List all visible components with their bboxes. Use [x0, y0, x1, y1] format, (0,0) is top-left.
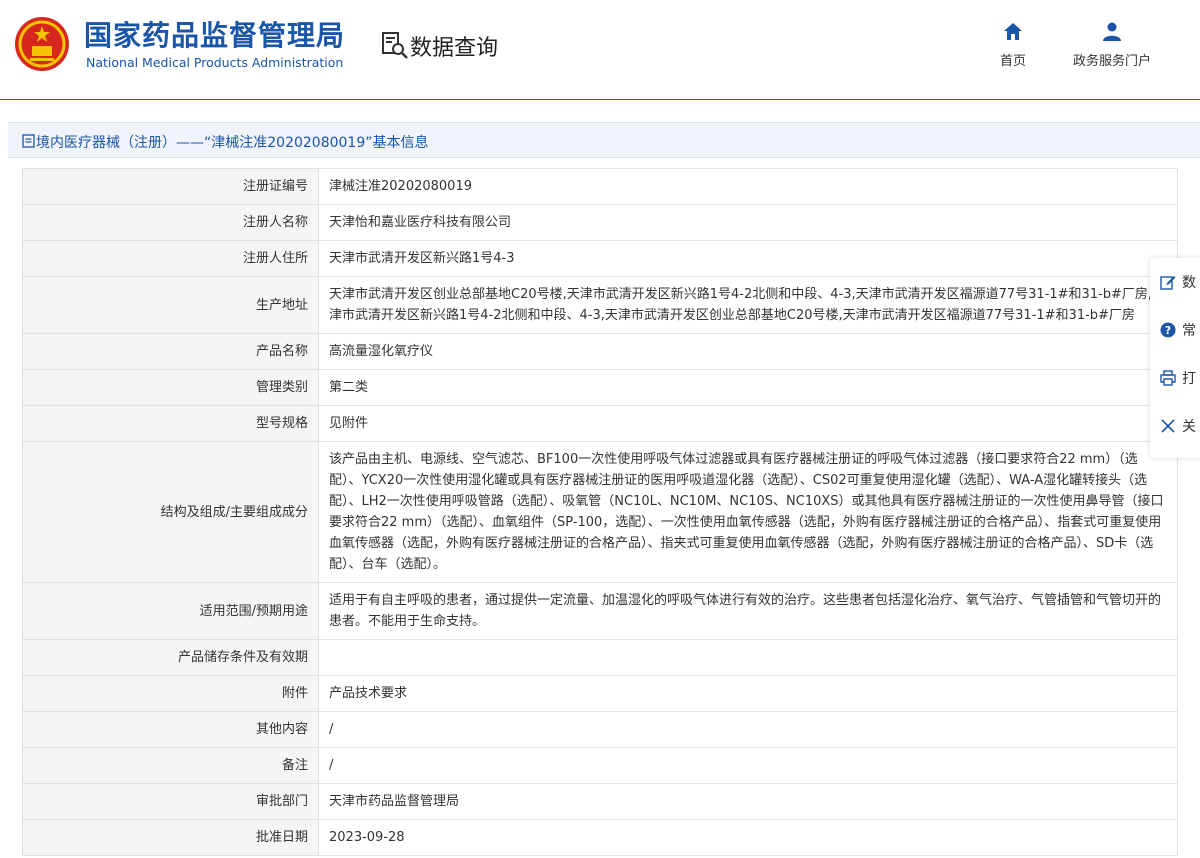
- table-row: 批准日期 2023-09-28: [22, 819, 1178, 856]
- org-name-en: National Medical Products Administration: [86, 55, 344, 70]
- table-row: 生产地址 天津市武清开发区创业总部基地C20号楼,天津市武清开发区新兴路1号4-2…: [22, 276, 1178, 334]
- field-label: 结构及组成/主要组成成分: [22, 441, 319, 583]
- field-value: 津械注准20202080019: [318, 168, 1178, 205]
- field-label: 产品名称: [22, 333, 319, 370]
- field-value: 该产品由主机、电源线、空气滤芯、BF100一次性使用呼吸气体过滤器或具有医疗器械…: [318, 441, 1178, 583]
- edit-icon: [1160, 276, 1176, 290]
- help-icon: ?: [1160, 322, 1176, 338]
- field-label: 审批部门: [22, 783, 319, 820]
- float-close-button[interactable]: 关: [1160, 416, 1196, 436]
- table-row: 注册证编号 津械注准20202080019: [22, 168, 1178, 205]
- float-label: 关: [1182, 419, 1196, 435]
- table-row: 注册人名称 天津怡和嘉业医疗科技有限公司: [22, 204, 1178, 241]
- field-value: 见附件: [318, 405, 1178, 442]
- table-row: 产品储存条件及有效期: [22, 639, 1178, 676]
- field-label: 型号规格: [22, 405, 319, 442]
- main-content: 境内医疗器械（注册）——“津械注准20202080019”基本信息 注册证编号津…: [0, 118, 1200, 858]
- field-value: [318, 639, 1178, 676]
- field-label: 注册人名称: [22, 204, 319, 241]
- close-icon: [1161, 419, 1175, 433]
- field-value: 天津市武清开发区新兴路1号4-3: [318, 240, 1178, 277]
- table-row: 型号规格 见附件: [22, 405, 1178, 442]
- table-row: 其他内容 /: [22, 711, 1178, 748]
- national-emblem-icon: [15, 17, 69, 71]
- system-title: 数据查询: [410, 36, 499, 61]
- table-row: 适用范围/预期用途 适用于有自主呼吸的患者，通过提供一定流量、加温湿化的呼吸气体进…: [22, 582, 1178, 640]
- field-value: /: [318, 747, 1178, 784]
- nav-home[interactable]: 首页: [990, 20, 1036, 69]
- home-icon: [1004, 23, 1022, 40]
- user-icon: [1103, 22, 1121, 41]
- field-label: 注册证编号: [22, 168, 319, 205]
- float-label: 打: [1182, 371, 1196, 387]
- field-label: 批准日期: [22, 819, 319, 856]
- table-row: 审批部门 天津市药品监督管理局: [22, 783, 1178, 820]
- field-value: 适用于有自主呼吸的患者，通过提供一定流量、加温湿化的呼吸气体进行有效的治疗。这些…: [318, 582, 1178, 640]
- table-row: 注册人住所 天津市武清开发区新兴路1号4-3: [22, 240, 1178, 277]
- field-value: 天津怡和嘉业医疗科技有限公司: [318, 204, 1178, 241]
- field-value: 天津市武清开发区创业总部基地C20号楼,天津市武清开发区新兴路1号4-2北侧和中…: [318, 276, 1178, 334]
- field-label: 注册人住所: [22, 240, 319, 277]
- field-label: 适用范围/预期用途: [22, 582, 319, 640]
- field-label: 附件: [22, 675, 319, 712]
- svg-text:?: ?: [1165, 324, 1171, 337]
- document-icon: [22, 134, 35, 148]
- floating-toolbar: 数 ? 常 打 关: [1150, 258, 1200, 458]
- detail-table: 注册证编号 津械注准20202080019 注册人名称 天津怡和嘉业医疗科技有限公司…: [22, 168, 1178, 856]
- float-label: 数: [1182, 275, 1196, 291]
- org-name-cn: 国家药品监督管理局: [84, 19, 346, 52]
- table-row: 管理类别 第二类: [22, 369, 1178, 406]
- section-header: 境内医疗器械（注册）——“津械注准20202080019”基本信息: [8, 122, 1200, 158]
- table-row: 结构及组成/主要组成成分 该产品由主机、电源线、空气滤芯、BF100一次性使用呼吸…: [22, 441, 1178, 583]
- field-label: 管理类别: [22, 369, 319, 406]
- table-row: 备注 /: [22, 747, 1178, 784]
- field-label: 生产地址: [22, 276, 319, 334]
- field-value: /: [318, 711, 1178, 748]
- float-faq-button[interactable]: ? 常: [1160, 320, 1196, 340]
- search-document-icon: [382, 32, 408, 59]
- field-value: 第二类: [318, 369, 1178, 406]
- print-icon: [1160, 370, 1176, 386]
- float-feedback-button[interactable]: 数: [1160, 272, 1196, 292]
- float-print-button[interactable]: 打: [1160, 368, 1196, 388]
- table-row: 产品名称 高流量湿化氧疗仪: [22, 333, 1178, 370]
- nav-home-label: 首页: [999, 54, 1026, 69]
- field-label: 产品储存条件及有效期: [22, 639, 319, 676]
- field-value: 天津市药品监督管理局: [318, 783, 1178, 820]
- section-title: 境内医疗器械（注册）——“津械注准20202080019”基本信息: [36, 135, 429, 151]
- field-value: 2023-09-28: [318, 819, 1178, 856]
- field-value: 高流量湿化氧疗仪: [318, 333, 1178, 370]
- float-label: 常: [1182, 323, 1196, 339]
- nav-portal-label: 政务服务门户: [1072, 54, 1151, 69]
- field-label: 其他内容: [22, 711, 319, 748]
- site-header: 国家药品监督管理局 National Medical Products Admi…: [0, 0, 1200, 100]
- field-label: 备注: [22, 747, 319, 784]
- table-row: 附件 产品技术要求: [22, 675, 1178, 712]
- nav-service-portal[interactable]: 政务服务门户: [1066, 20, 1158, 69]
- field-value: 产品技术要求: [318, 675, 1178, 712]
